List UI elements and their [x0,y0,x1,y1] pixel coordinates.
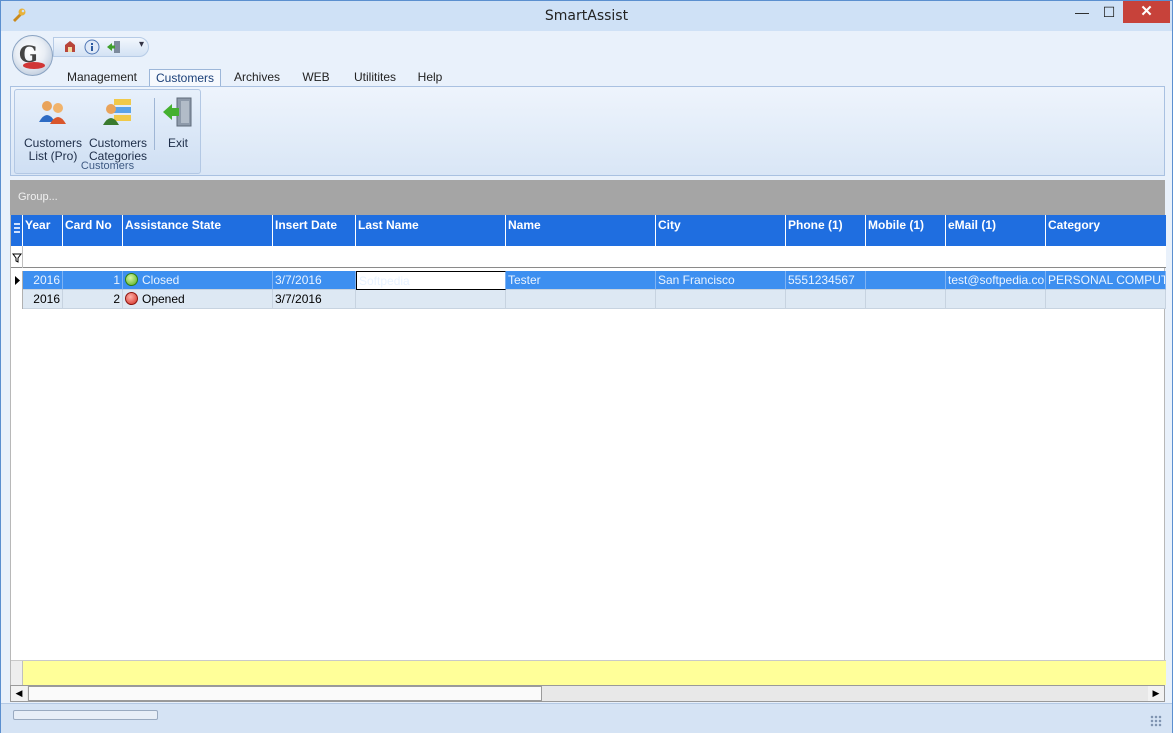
cell-category[interactable] [1046,290,1166,309]
title-bar: SmartAssist — ☐ ✕ [1,1,1172,31]
column-header-phone[interactable]: Phone (1) [786,215,866,246]
tab-archives[interactable]: Archives [229,69,285,87]
exit-button[interactable]: Exit [158,96,198,150]
cell-last-name[interactable] [356,290,506,309]
column-header-last-name[interactable]: Last Name [356,215,506,246]
ribbon-group-label: Customers [80,160,135,172]
cell-city[interactable]: San Francisco [656,271,786,290]
settings-icon[interactable] [62,39,78,55]
exit-icon[interactable] [106,39,122,55]
tab-help[interactable]: Help [413,69,447,87]
minimize-button[interactable]: — [1067,1,1097,23]
column-header-assistance-state[interactable]: Assistance State [123,215,273,246]
ribbon: Customers List (Pro) Customers Categorie… [10,86,1165,176]
info-icon[interactable] [84,39,100,55]
cell-email[interactable] [946,290,1046,309]
logo-swoosh [23,62,45,69]
customers-categories-button[interactable]: Customers Categories [87,96,149,163]
column-header-name[interactable]: Name [506,215,656,246]
table-row[interactable]: 2016 1 Closed 3/7/2016 Softpedia Tester … [11,271,1166,290]
filter-row[interactable] [11,246,1166,268]
cell-year[interactable]: 2016 [23,290,63,309]
quick-access-toolbar [53,37,149,57]
cell-last-name-editor[interactable]: Softpedia [356,271,506,290]
window-title: SmartAssist [544,8,629,24]
ribbon-group-customers: Customers List (Pro) Customers Categorie… [14,89,201,174]
horizontal-scrollbar[interactable]: ◀ ▶ [10,685,1165,702]
state-label: Opened [142,292,185,306]
ribbon-separator [154,98,155,150]
categories-icon [103,99,131,125]
cell-category[interactable]: PERSONAL COMPUTE [1046,271,1166,290]
cell-email[interactable]: test@softpedia.com [946,271,1046,290]
customers-list-button[interactable]: Customers List (Pro) [23,96,83,163]
users-icon [39,101,66,124]
tab-customers[interactable]: Customers [149,69,221,87]
column-header-mobile[interactable]: Mobile (1) [866,215,946,246]
state-label: Closed [142,273,180,287]
resize-grip-icon[interactable] [1150,715,1162,727]
cell-mobile[interactable] [866,290,946,309]
exit-label: Exit [167,136,188,150]
scroll-left-button[interactable]: ◀ [11,686,27,701]
cell-card-no[interactable]: 2 [63,290,123,309]
customize-toolbar-dropdown[interactable]: ▾ [139,39,144,50]
column-header-card-no[interactable]: Card No [63,215,123,246]
exit-door-icon [163,97,192,127]
cell-name[interactable] [506,290,656,309]
cell-phone[interactable] [786,290,866,309]
column-header-city[interactable]: City [656,215,786,246]
group-by-hint: Group... [18,191,58,203]
status-opened-icon [125,292,138,305]
cell-city[interactable] [656,290,786,309]
table-row[interactable]: 2016 2 Opened 3/7/2016 [11,290,1166,309]
column-header-category[interactable]: Category [1046,215,1166,246]
cell-insert-date[interactable]: 3/7/2016 [273,271,356,290]
summary-footer-row [11,660,1166,686]
row-indicator [11,290,23,309]
close-button[interactable]: ✕ [1123,1,1170,23]
cell-assistance-state[interactable]: Opened [123,290,273,309]
cell-assistance-state[interactable]: Closed [123,271,273,290]
cell-card-no[interactable]: 1 [63,271,123,290]
tab-web[interactable]: WEB [296,69,336,87]
tab-management[interactable]: Management [65,69,139,87]
filter-icon [11,246,23,268]
cell-phone[interactable]: 5551234567 [786,271,866,290]
cell-year[interactable]: 2016 [23,271,63,290]
customers-grid: Year Card No Assistance State Insert Dat… [10,215,1166,686]
cell-mobile[interactable] [866,271,946,290]
scroll-right-button[interactable]: ▶ [1148,686,1164,701]
maximize-button[interactable]: ☐ [1094,1,1124,23]
app-window: SmartAssist — ☐ ✕ G ▾ Management Custome… [0,0,1173,733]
status-closed-icon [125,273,138,286]
group-by-panel[interactable]: Group... [10,180,1165,215]
footer-indicator [11,661,23,686]
cell-name[interactable]: Tester [506,271,656,290]
progress-bar [13,710,158,720]
tab-utilities[interactable]: Utilitites [348,69,402,87]
column-chooser-icon[interactable] [11,215,23,246]
status-bar [1,703,1172,733]
cell-insert-date[interactable]: 3/7/2016 [273,290,356,309]
application-menu-button[interactable]: G [12,35,53,76]
column-header-year[interactable]: Year [23,215,63,246]
current-row-indicator-icon [11,271,23,290]
scroll-thumb[interactable] [28,686,542,701]
column-header-email[interactable]: eMail (1) [946,215,1046,246]
column-header-insert-date[interactable]: Insert Date [273,215,356,246]
